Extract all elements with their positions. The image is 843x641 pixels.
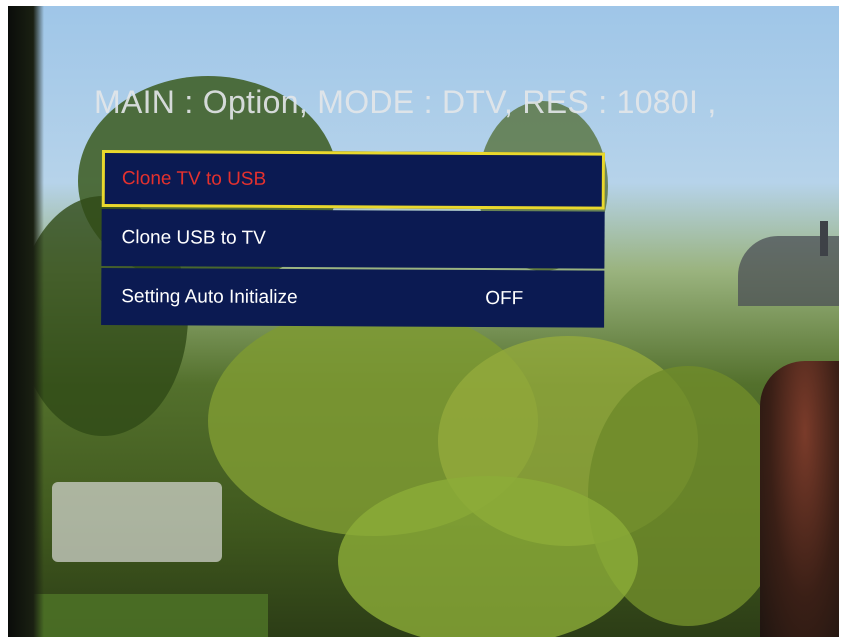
- menu-item-label: Setting Auto Initialize: [121, 285, 298, 308]
- menu-item-label: Clone TV to USB: [121, 167, 267, 190]
- bush-foliage: [338, 476, 638, 637]
- menu-item-setting-auto-initialize[interactable]: Setting Auto Initialize OFF: [101, 267, 605, 328]
- menu-item-value: OFF: [485, 287, 524, 309]
- menu-item-label: Clone USB to TV: [121, 226, 266, 249]
- rooftop-spire: [820, 221, 828, 256]
- osd-status-header: MAIN : Option, MODE : DTV, RES : 1080I ,: [94, 84, 717, 120]
- menu-item-clone-usb-to-tv[interactable]: Clone USB to TV: [101, 208, 605, 269]
- menu-item-clone-tv-to-usb[interactable]: Clone TV to USB: [101, 150, 605, 210]
- tv-bezel: [8, 6, 44, 637]
- service-menu: Clone TV to USB Clone USB to TV Setting …: [101, 150, 605, 330]
- lawn: [28, 594, 268, 637]
- person-silhouette: [760, 361, 839, 637]
- background-building: [52, 482, 222, 562]
